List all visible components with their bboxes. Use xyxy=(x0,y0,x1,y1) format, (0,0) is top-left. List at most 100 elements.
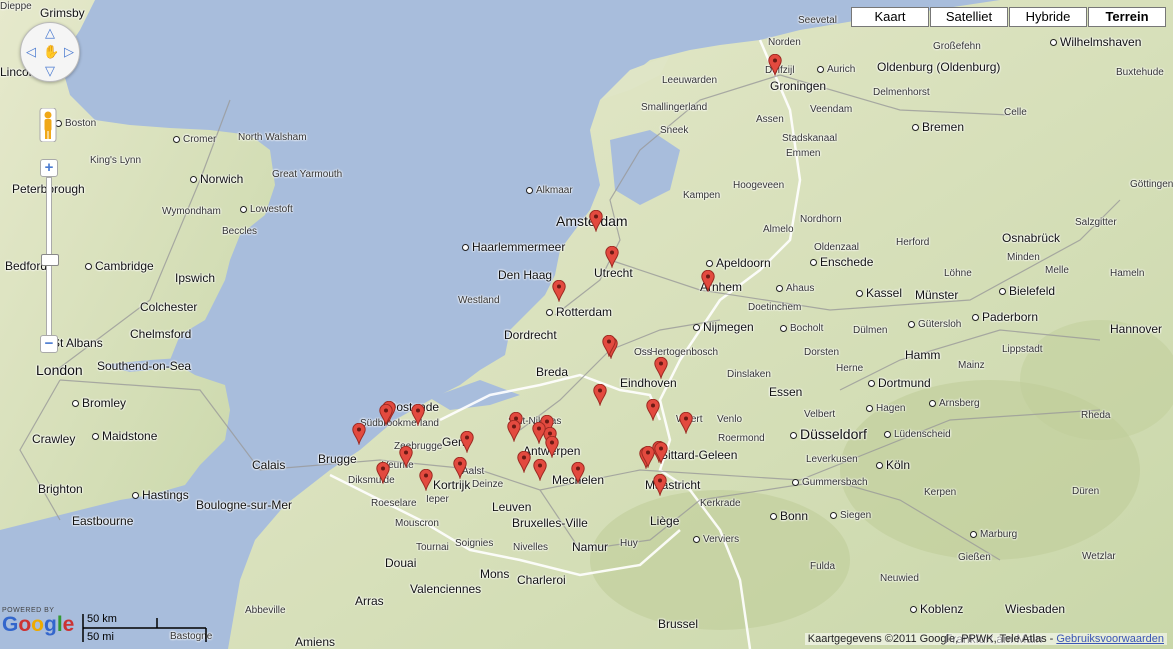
map-marker-icon[interactable] xyxy=(654,357,668,379)
place-label-salzgitter: Salzgitter xyxy=(1075,216,1117,229)
place-name: Ieper xyxy=(426,494,449,505)
place-name: Liège xyxy=(650,514,680,528)
place-name: Norden xyxy=(768,37,801,48)
zoom-in-button[interactable]: + xyxy=(40,159,58,177)
place-name: Rotterdam xyxy=(556,305,613,319)
map-marker-icon[interactable] xyxy=(593,384,607,406)
city-dot-icon xyxy=(876,462,883,470)
map-canvas[interactable]: Grimsby Boston Lincoln Cromer North Walsham K… xyxy=(0,0,1173,649)
place-name: Leuven xyxy=(492,500,532,514)
map-marker-icon[interactable] xyxy=(517,451,531,473)
map-marker-icon[interactable] xyxy=(605,246,619,268)
map-marker-icon[interactable] xyxy=(641,446,655,468)
place-name: Roermond xyxy=(718,433,765,444)
place-label-minden: Minden xyxy=(1007,251,1040,264)
place-name: Marburg xyxy=(980,529,1018,540)
map-marker-icon[interactable] xyxy=(460,431,474,453)
place-label-d-sseldorf: Düsseldorf xyxy=(790,427,867,441)
map-marker-icon[interactable] xyxy=(552,280,566,302)
city-dot-icon xyxy=(693,324,700,332)
place-label-melle: Melle xyxy=(1045,264,1069,277)
place-label-roeselare: Roeselare xyxy=(371,497,417,510)
pan-down-icon[interactable]: ▽ xyxy=(43,64,57,78)
city-dot-icon xyxy=(929,399,936,407)
place-name: Hoogeveen xyxy=(733,180,785,191)
place-name: Amiens xyxy=(295,635,336,649)
place-name: Kerkrade xyxy=(700,498,741,509)
map-marker-icon[interactable] xyxy=(532,422,546,444)
pegman-icon[interactable] xyxy=(39,108,57,142)
city-dot-icon xyxy=(972,314,979,322)
map-marker-icon[interactable] xyxy=(507,420,521,442)
place-label-norwich: Norwich xyxy=(190,173,243,186)
place-label-doetinchem: Doetinchem xyxy=(748,301,801,314)
place-name: Bonn xyxy=(780,509,809,523)
map-marker-icon[interactable] xyxy=(453,457,467,479)
place-label-soignies: Soignies xyxy=(455,537,493,550)
map-marker-icon[interactable] xyxy=(679,412,693,434)
place-name: Großefehn xyxy=(933,41,981,52)
place-label-gie-en: Gießen xyxy=(958,551,991,564)
place-name: Wiesbaden xyxy=(1005,602,1066,616)
map-marker-icon[interactable] xyxy=(768,54,782,76)
place-name: Nijmegen xyxy=(703,320,754,334)
place-name: Sneek xyxy=(660,125,689,136)
place-name: Valenciennes xyxy=(410,582,482,596)
city-dot-icon xyxy=(546,309,553,317)
map-marker-icon[interactable] xyxy=(571,462,585,484)
city-dot-icon xyxy=(866,404,873,412)
map-marker-icon[interactable] xyxy=(399,446,413,468)
map-marker-icon[interactable] xyxy=(701,270,715,292)
place-label-celle: Celle xyxy=(1004,106,1027,119)
map-marker-icon[interactable] xyxy=(379,404,393,426)
place-label-herne: Herne xyxy=(836,362,863,375)
pan-left-icon[interactable]: ◁ xyxy=(24,45,38,59)
map-marker-icon[interactable] xyxy=(533,459,547,481)
place-label-leeuwarden: Leeuwarden xyxy=(662,74,717,87)
terms-link[interactable]: Gebruiksvoorwaarden xyxy=(1056,633,1164,645)
map-type-hybride-button[interactable]: Hybride xyxy=(1009,7,1087,27)
map-marker-icon[interactable] xyxy=(646,399,660,421)
map-marker-icon[interactable] xyxy=(589,210,603,232)
pan-right-icon[interactable]: ▷ xyxy=(62,45,76,59)
place-label-hoogeveen: Hoogeveen xyxy=(733,179,784,192)
map-marker-icon[interactable] xyxy=(411,404,425,426)
place-name: Osnabrück xyxy=(1002,231,1061,245)
zoom-out-button[interactable]: − xyxy=(40,335,58,353)
place-label-bocholt: Bocholt xyxy=(780,322,823,335)
map-marker-icon[interactable] xyxy=(352,423,366,445)
place-label-marburg: Marburg xyxy=(970,528,1017,541)
place-name: Münster xyxy=(915,288,959,302)
place-name: Arnsberg xyxy=(939,398,980,409)
map-marker-icon[interactable] xyxy=(654,442,668,464)
city-dot-icon xyxy=(910,606,917,614)
google-logo[interactable]: POWERED BY Google xyxy=(2,607,74,636)
map-marker-icon[interactable] xyxy=(545,436,559,458)
place-name: Arras xyxy=(355,594,384,608)
map-marker-icon[interactable] xyxy=(376,462,390,484)
place-name: St Albans xyxy=(52,336,103,350)
place-name: Dieppe xyxy=(0,1,32,12)
place-name: Utrecht xyxy=(594,266,633,280)
place-name: Löhne xyxy=(944,268,972,279)
place-label-southend-on-sea: Southend-on-Sea xyxy=(97,360,191,373)
map-type-control: Kaart Satelliet Hybride Terrein xyxy=(850,7,1166,27)
city-dot-icon xyxy=(85,263,92,271)
place-name: Bielefeld xyxy=(1009,284,1056,298)
map-type-terrein-button[interactable]: Terrein xyxy=(1088,7,1166,27)
place-label-chelmsford: Chelmsford xyxy=(130,328,191,341)
map-type-kaart-button[interactable]: Kaart xyxy=(851,7,929,27)
pan-control-icon[interactable]: △ ▽ ◁ ▷ ✋ xyxy=(20,22,80,82)
zoom-slider-handle[interactable] xyxy=(41,254,59,266)
place-label-herford: Herford xyxy=(896,236,929,249)
place-name: Beccles xyxy=(222,226,258,237)
place-label-oldenburg-oldenburg-: Oldenburg (Oldenburg) xyxy=(877,61,1000,74)
pan-up-icon[interactable]: △ xyxy=(43,26,57,40)
place-label-venlo: Venlo xyxy=(717,413,742,426)
place-name: Apeldoorn xyxy=(716,256,771,270)
map-type-satelliet-button[interactable]: Satelliet xyxy=(930,7,1008,27)
place-label-assen: Assen xyxy=(756,113,784,126)
map-marker-icon[interactable] xyxy=(653,474,667,496)
map-marker-icon[interactable] xyxy=(602,335,616,357)
map-marker-icon[interactable] xyxy=(419,469,433,491)
